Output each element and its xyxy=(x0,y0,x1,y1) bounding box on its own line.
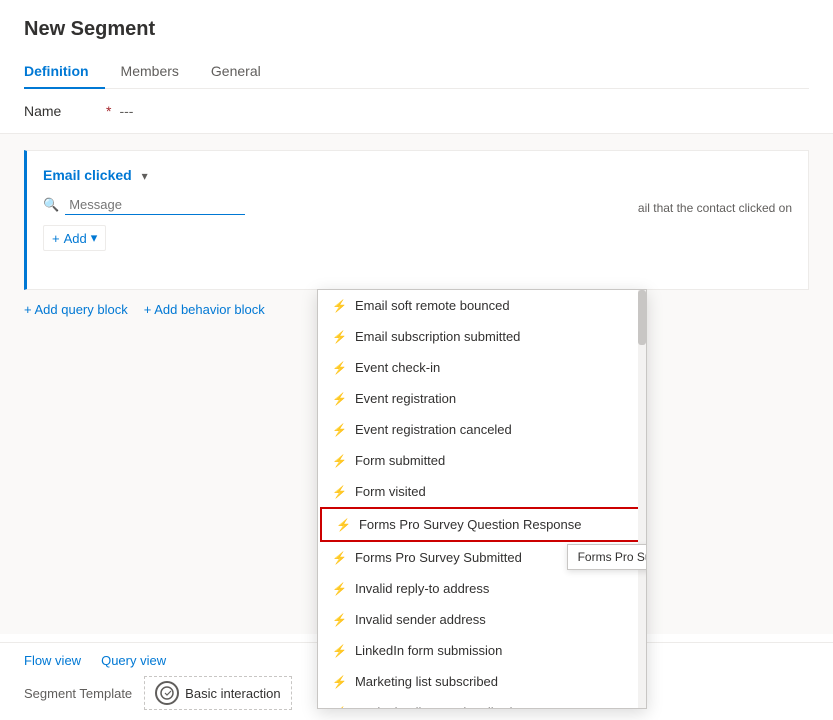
block-title[interactable]: Email clicked ▾ xyxy=(43,167,148,183)
dropdown-scrollable: ⚡ Email soft remote bounced ⚡ Email subs… xyxy=(318,290,646,709)
dropdown-item-label-5: Form submitted xyxy=(355,453,445,468)
forms-pro-tooltip: Forms Pro Survey Question Response xyxy=(567,544,646,570)
add-button[interactable]: + Add ▾ xyxy=(43,225,106,251)
dropdown-item-invalid-sender-address[interactable]: ⚡ Invalid sender address xyxy=(318,604,646,635)
dropdown-overlay: ⚡ Email soft remote bounced ⚡ Email subs… xyxy=(317,289,647,709)
page-title: New Segment xyxy=(24,18,809,41)
tab-general[interactable]: General xyxy=(195,55,277,89)
block-title-chevron: ▾ xyxy=(142,169,148,183)
template-name: Basic interaction xyxy=(185,686,280,701)
dropdown-item-forms-pro-survey-submitted[interactable]: ⚡ Forms Pro Survey Submitted Forms Pro S… xyxy=(318,542,646,573)
bolt-icon-10: ⚡ xyxy=(332,613,347,627)
block-hint: ail that the contact clicked on xyxy=(638,201,792,215)
dropdown-item-marketing-list-subscribed[interactable]: ⚡ Marketing list subscribed xyxy=(318,666,646,697)
add-query-block-button[interactable]: + Add query block xyxy=(24,302,128,317)
dropdown-item-form-visited[interactable]: ⚡ Form visited xyxy=(318,476,646,507)
dropdown-item-label-7: Forms Pro Survey Question Response xyxy=(359,517,582,532)
dropdown-item-label-6: Form visited xyxy=(355,484,426,499)
bolt-icon-9: ⚡ xyxy=(332,582,347,596)
dropdown-item-label-8: Forms Pro Survey Submitted xyxy=(355,550,522,565)
bolt-icon-7: ⚡ xyxy=(336,518,351,532)
dropdown-item-invalid-reply-to-address[interactable]: ⚡ Invalid reply-to address xyxy=(318,573,646,604)
page-container: New Segment Definition Members General N… xyxy=(0,0,833,720)
bolt-icon-12: ⚡ xyxy=(332,675,347,689)
dropdown-item-label-4: Event registration canceled xyxy=(355,422,512,437)
dropdown-item-event-registration-canceled[interactable]: ⚡ Event registration canceled xyxy=(318,414,646,445)
dropdown-item-label-10: Invalid sender address xyxy=(355,612,486,627)
add-chevron: ▾ xyxy=(91,230,98,246)
dropdown-item-forms-pro-survey-question-response[interactable]: ⚡ Forms Pro Survey Question Response xyxy=(320,507,644,542)
bolt-icon-2: ⚡ xyxy=(332,361,347,375)
dropdown-item-label-11: LinkedIn form submission xyxy=(355,643,502,658)
required-star: * xyxy=(106,103,111,119)
dropdown-item-email-subscription-submitted[interactable]: ⚡ Email subscription submitted xyxy=(318,321,646,352)
bolt-icon-6: ⚡ xyxy=(332,485,347,499)
scrollbar-track xyxy=(638,290,646,709)
scrollbar-thumb[interactable] xyxy=(638,290,646,345)
dropdown-item-email-soft-remote-bounced[interactable]: ⚡ Email soft remote bounced xyxy=(318,290,646,321)
flow-view-link[interactable]: Flow view xyxy=(24,653,81,668)
dropdown-item-marketing-list-unsubscribed[interactable]: ⚡ Marketing list unsubscribed xyxy=(318,697,646,709)
name-row: Name * --- xyxy=(0,89,833,134)
name-value: --- xyxy=(119,103,133,119)
add-icon: + xyxy=(52,231,60,246)
segment-block: Email clicked ▾ 🔍 + Add ▾ ail that the c… xyxy=(24,150,809,290)
dropdown-item-label-9: Invalid reply-to address xyxy=(355,581,489,596)
bolt-icon-11: ⚡ xyxy=(332,644,347,658)
segment-template-value[interactable]: Basic interaction xyxy=(144,676,291,710)
bolt-icon-5: ⚡ xyxy=(332,454,347,468)
dropdown-item-label-2: Event check-in xyxy=(355,360,440,375)
message-input[interactable] xyxy=(65,195,245,215)
dropdown-item-label-12: Marketing list subscribed xyxy=(355,674,498,689)
page-header: New Segment Definition Members General xyxy=(0,0,833,89)
tabs-bar: Definition Members General xyxy=(24,55,809,89)
dropdown-item-label-13: Marketing list unsubscribed xyxy=(355,705,513,709)
dropdown-item-linkedin-form-submission[interactable]: ⚡ LinkedIn form submission xyxy=(318,635,646,666)
search-icon: 🔍 xyxy=(43,197,59,213)
bolt-icon-3: ⚡ xyxy=(332,392,347,406)
dropdown-item-label-0: Email soft remote bounced xyxy=(355,298,510,313)
bolt-icon-13: ⚡ xyxy=(332,706,347,710)
interaction-icon xyxy=(155,681,179,705)
dropdown-item-event-check-in[interactable]: ⚡ Event check-in xyxy=(318,352,646,383)
main-content: Email clicked ▾ 🔍 + Add ▾ ail that the c… xyxy=(0,134,833,634)
bolt-icon-8: ⚡ xyxy=(332,551,347,565)
add-label: Add xyxy=(64,231,87,246)
tab-definition[interactable]: Definition xyxy=(24,55,105,89)
bolt-icon-4: ⚡ xyxy=(332,423,347,437)
tab-members[interactable]: Members xyxy=(105,55,195,89)
query-view-link[interactable]: Query view xyxy=(101,653,166,668)
bolt-icon-1: ⚡ xyxy=(332,330,347,344)
dropdown-item-form-submitted[interactable]: ⚡ Form submitted xyxy=(318,445,646,476)
dropdown-item-label-3: Event registration xyxy=(355,391,456,406)
dropdown-item-label-1: Email subscription submitted xyxy=(355,329,520,344)
bolt-icon-0: ⚡ xyxy=(332,299,347,313)
name-label: Name xyxy=(24,103,104,119)
block-header: Email clicked ▾ xyxy=(43,167,792,183)
add-behavior-block-button[interactable]: + Add behavior block xyxy=(144,302,265,317)
dropdown-item-event-registration[interactable]: ⚡ Event registration xyxy=(318,383,646,414)
segment-template-label: Segment Template xyxy=(24,686,132,701)
